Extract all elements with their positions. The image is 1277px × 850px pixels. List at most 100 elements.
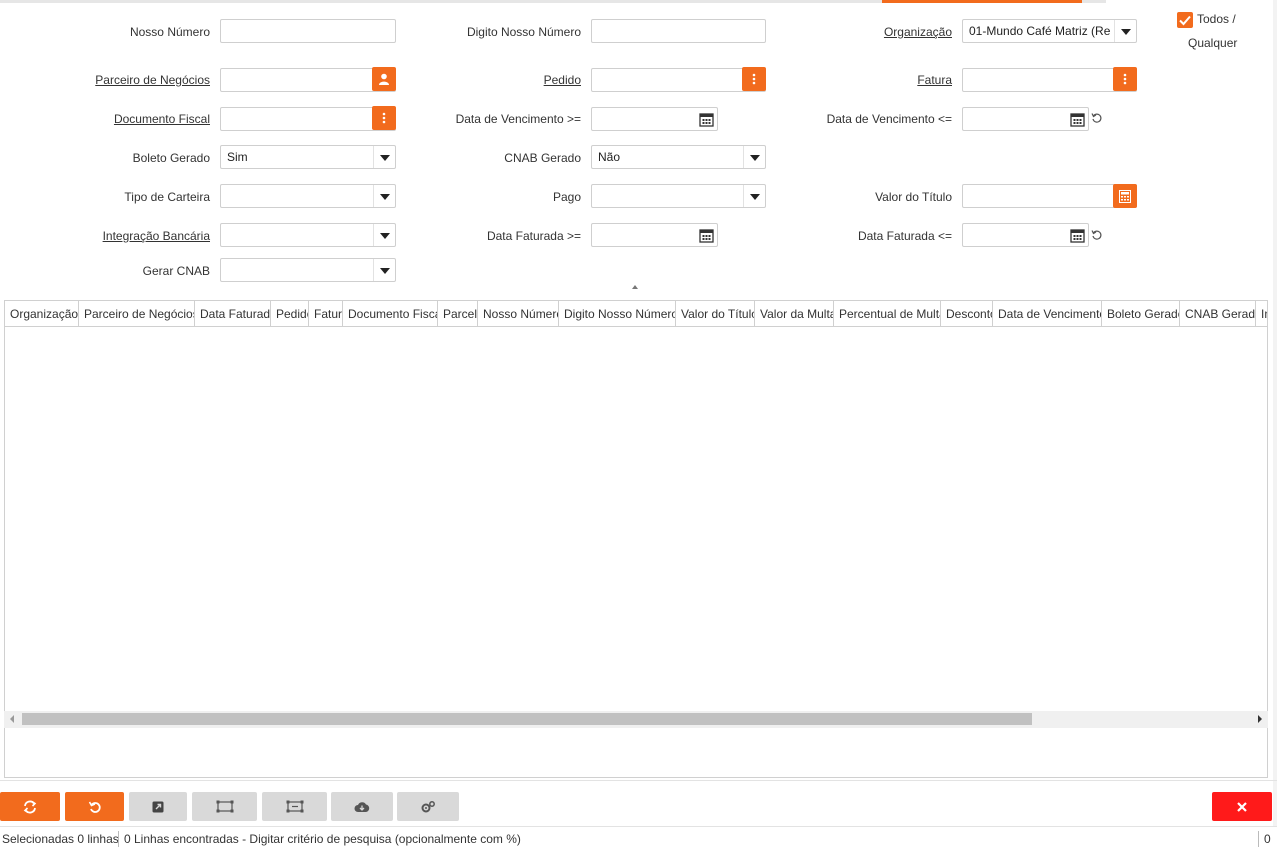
pedido-label[interactable]: Pedido <box>430 72 581 88</box>
documento-fiscal-label[interactable]: Documento Fiscal <box>60 111 210 127</box>
calendar-icon[interactable] <box>1066 108 1088 130</box>
more-vertical-icon <box>1123 73 1127 85</box>
column-header[interactable]: Organização <box>5 301 79 327</box>
column-header[interactable]: Fatura <box>309 301 343 327</box>
chevron-down-icon[interactable] <box>373 224 395 246</box>
gerar-cnab-select[interactable] <box>220 258 396 282</box>
calendar-icon[interactable] <box>695 224 717 246</box>
refresh-icon <box>23 800 37 813</box>
pedido-menu-button[interactable] <box>742 67 766 91</box>
scrollbar-thumb[interactable] <box>22 713 1032 725</box>
chevron-down-icon[interactable] <box>373 146 395 168</box>
export-icon <box>152 801 164 812</box>
settings-button[interactable] <box>397 792 459 821</box>
close-button[interactable] <box>1212 792 1272 821</box>
pedido-input[interactable] <box>591 68 766 92</box>
data-vencimento-le-label: Data de Vencimento <= <box>826 112 952 126</box>
integracao-bancaria-label[interactable]: Integração Bancária <box>60 228 210 244</box>
data-vencimento-ge-label: Data de Vencimento >= <box>455 112 581 126</box>
more-vertical-icon <box>752 73 756 85</box>
chevron-down-icon[interactable] <box>743 146 765 168</box>
status-separator <box>1258 831 1259 847</box>
collapse-filters-icon[interactable] <box>632 285 638 289</box>
fatura-input[interactable] <box>962 68 1137 92</box>
todos-qualquer-checkbox[interactable] <box>1177 12 1193 28</box>
fatura-label[interactable]: Fatura <box>852 72 952 88</box>
active-tab-indicator <box>882 0 1082 3</box>
column-header[interactable]: Int <box>1256 301 1267 327</box>
fatura-menu-button[interactable] <box>1113 67 1137 91</box>
status-separator <box>118 831 119 847</box>
parceiro-lookup-button[interactable] <box>372 67 396 91</box>
chevron-down-icon[interactable] <box>743 185 765 207</box>
selected-count: Selecionadas 0 linhas <box>2 832 119 846</box>
gerar-cnab-label: Gerar CNAB <box>142 264 210 278</box>
column-header[interactable]: Documento Fiscal <box>343 301 438 327</box>
digito-nosso-numero-input[interactable] <box>591 19 766 43</box>
boleto-gerado-label: Boleto Gerado <box>132 151 210 165</box>
column-header[interactable]: Parcela <box>438 301 478 327</box>
pago-label: Pago <box>552 190 581 204</box>
cloud-download-icon <box>354 801 370 812</box>
more-vertical-icon <box>382 112 386 124</box>
reset-icon[interactable] <box>1091 229 1103 241</box>
qualquer-label: Qualquer <box>1188 36 1238 50</box>
chevron-down-icon[interactable] <box>373 259 395 281</box>
data-faturada-le-label: Data Faturada <= <box>857 229 952 243</box>
documento-fiscal-menu-button[interactable] <box>372 106 396 130</box>
refresh-button[interactable] <box>0 792 60 821</box>
parceiro-label[interactable]: Parceiro de Negócios <box>60 72 210 88</box>
column-header[interactable]: Nosso Número <box>478 301 559 327</box>
data-faturada-ge-label: Data Faturada >= <box>486 229 581 243</box>
undo-button[interactable] <box>65 792 124 821</box>
calendar-icon[interactable] <box>695 108 717 130</box>
column-header[interactable]: Desconto <box>941 301 993 327</box>
chevron-down-icon[interactable] <box>1114 20 1136 42</box>
reset-icon[interactable] <box>1091 112 1103 124</box>
layout-icon <box>286 800 303 812</box>
column-header[interactable]: Boleto Gerado <box>1102 301 1180 327</box>
settings-icon <box>421 800 435 812</box>
organizacao-label[interactable]: Organização <box>852 24 952 40</box>
undo-icon <box>88 801 101 813</box>
digito-nosso-numero-label: Digito Nosso Número <box>466 25 581 39</box>
calculator-button[interactable] <box>1113 184 1137 208</box>
horizontal-scrollbar[interactable] <box>4 711 1268 728</box>
cnab-gerado-select[interactable]: Não <box>591 145 766 169</box>
cnab-gerado-label: CNAB Gerado <box>504 151 581 165</box>
valor-titulo-input[interactable] <box>962 184 1137 208</box>
select-columns-icon <box>216 800 233 812</box>
parceiro-input[interactable] <box>220 68 396 92</box>
export-button[interactable] <box>129 792 187 821</box>
nosso-numero-input[interactable] <box>220 19 396 43</box>
column-header[interactable]: Parceiro de Negócios <box>79 301 195 327</box>
pago-select[interactable] <box>591 184 766 208</box>
column-header[interactable]: CNAB Gerado <box>1180 301 1256 327</box>
column-header[interactable]: Data Faturada <box>195 301 271 327</box>
tipo-carteira-select[interactable] <box>220 184 396 208</box>
layout-button[interactable] <box>262 792 327 821</box>
grid-header: Organização Parceiro de Negócios Data Fa… <box>5 301 1267 327</box>
chevron-down-icon[interactable] <box>373 185 395 207</box>
status-bar: Selecionadas 0 linhas 0 Linhas encontrad… <box>0 826 1277 850</box>
column-header[interactable]: Data de Vencimento <box>993 301 1102 327</box>
column-header[interactable]: Percentual de Multa <box>834 301 941 327</box>
column-header[interactable]: Valor da Multa <box>755 301 834 327</box>
scroll-left-icon[interactable] <box>10 715 14 723</box>
boleto-gerado-select[interactable]: Sim <box>220 145 396 169</box>
status-count: 0 <box>1264 832 1271 846</box>
column-header[interactable]: Valor do Título <box>676 301 755 327</box>
cloud-download-button[interactable] <box>331 792 393 821</box>
integracao-bancaria-select[interactable] <box>220 223 396 247</box>
found-message: 0 Linhas encontradas - Digitar critério … <box>124 832 521 846</box>
scroll-right-icon[interactable] <box>1258 715 1262 723</box>
calendar-icon[interactable] <box>1066 224 1088 246</box>
results-grid[interactable]: Organização Parceiro de Negócios Data Fa… <box>4 300 1268 778</box>
column-header[interactable]: Pedido <box>271 301 309 327</box>
documento-fiscal-input[interactable] <box>220 107 396 131</box>
close-icon <box>1237 801 1247 812</box>
calculator-icon <box>1119 189 1131 203</box>
select-columns-button[interactable] <box>192 792 257 821</box>
column-header[interactable]: Digito Nosso Número <box>559 301 676 327</box>
organizacao-select[interactable]: 01-Mundo Café Matriz (Re <box>962 19 1137 43</box>
